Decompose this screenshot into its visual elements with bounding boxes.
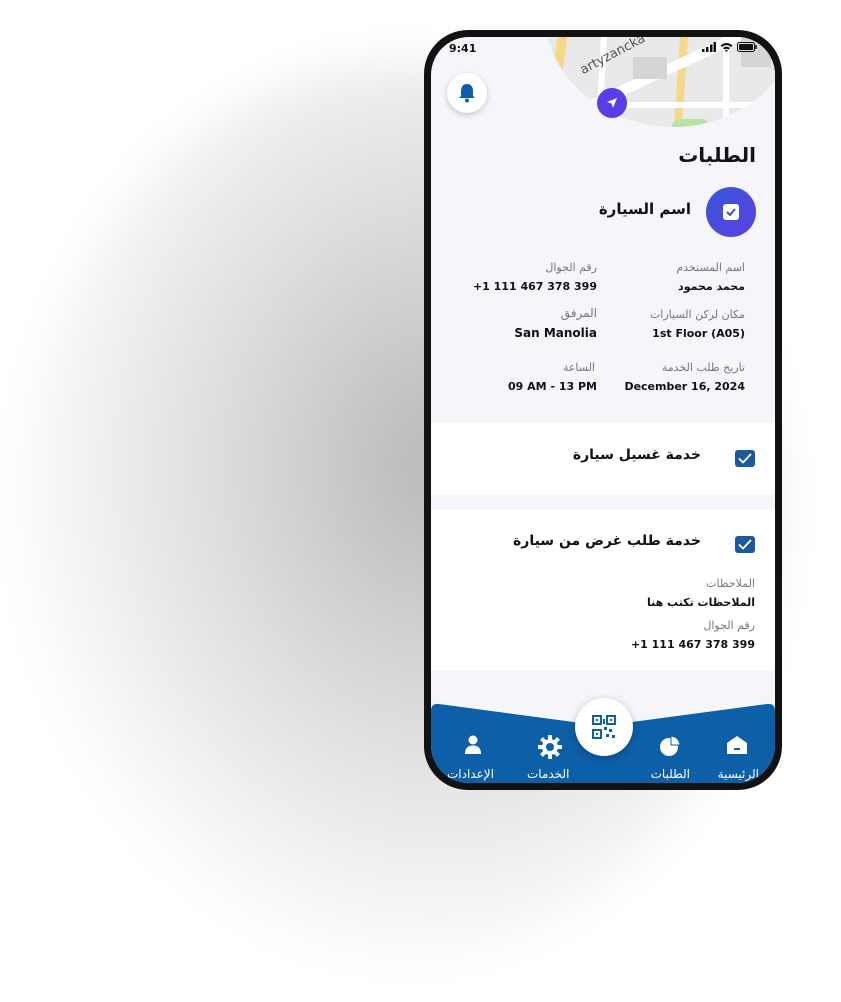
nav-settings[interactable] [438, 735, 508, 759]
bell-icon [459, 84, 475, 103]
user-icon [465, 735, 481, 754]
page-title: الطلبات [678, 143, 756, 167]
time-label: الساعة [562, 361, 595, 374]
checkbox-icon [738, 539, 752, 550]
facility-value: San Manolia [514, 326, 597, 340]
signal-icon [702, 42, 716, 52]
battery-icon [737, 42, 757, 52]
service-title: خدمة طلب غرض من سيارة [513, 533, 701, 549]
orders-pie-icon [660, 735, 681, 756]
nav-orders[interactable] [634, 735, 704, 761]
checkbox-icon [738, 453, 752, 464]
car-name: اسم السيارة [598, 200, 691, 218]
qr-code-icon [592, 715, 616, 739]
locate-button[interactable] [597, 88, 627, 118]
notes-value: الملاحظات تكتب هنا [646, 596, 755, 609]
phone-label: رقم الجوال [545, 261, 597, 274]
service-card[interactable]: خدمة طلب غرض من سيارة الملاحظات الملاحظا… [431, 510, 775, 670]
service-checkbox[interactable] [735, 536, 755, 553]
app-screen: artyzancka 9:41 الطلبات اسم السيارة اسم … [431, 37, 775, 783]
nav-home-label: الرئيسية [717, 767, 759, 781]
navigation-arrow-icon [607, 98, 617, 108]
map-road [543, 102, 775, 108]
map-building [633, 57, 667, 79]
service-checkbox[interactable] [735, 450, 755, 467]
nav-orders-label: الطلبات [650, 767, 690, 781]
map-park [671, 119, 711, 127]
service-title: خدمة غسيل سيارة [572, 447, 701, 463]
checkbox-icon [723, 204, 739, 220]
status-icons [702, 42, 757, 52]
notifications-button[interactable] [447, 73, 487, 113]
phone-value: +1 111 467 378 399 [472, 280, 597, 293]
home-icon [727, 736, 747, 754]
car-avatar [706, 187, 756, 237]
status-time: 9:41 [449, 42, 477, 55]
time-value: 09 AM - 13 PM [508, 380, 597, 393]
nav-services-label: الخدمات [527, 767, 570, 781]
username-value: محمد محمود [678, 280, 745, 293]
gear-icon [538, 735, 562, 759]
nav-services[interactable] [515, 735, 585, 763]
nav-settings-label: الإعدادات [447, 767, 494, 781]
service-phone-label: رقم الجوال [703, 619, 755, 632]
notes-label: الملاحظات [706, 577, 755, 590]
username-label: اسم المستخدم [676, 261, 745, 274]
service-card[interactable]: خدمة غسيل سيارة [431, 423, 775, 495]
wifi-icon [720, 43, 733, 52]
date-label: تاريخ طلب الخدمة [661, 361, 745, 374]
nav-home[interactable] [702, 735, 772, 759]
parking-label: مكان لركن السيارات [649, 308, 745, 321]
parking-value: 1st Floor (A05) [652, 327, 745, 340]
service-phone-value: +1 111 467 378 399 [630, 638, 755, 651]
facility-label: المرفق [560, 306, 597, 320]
phone-frame: artyzancka 9:41 الطلبات اسم السيارة اسم … [424, 30, 782, 790]
date-value: December 16, 2024 [624, 380, 745, 393]
